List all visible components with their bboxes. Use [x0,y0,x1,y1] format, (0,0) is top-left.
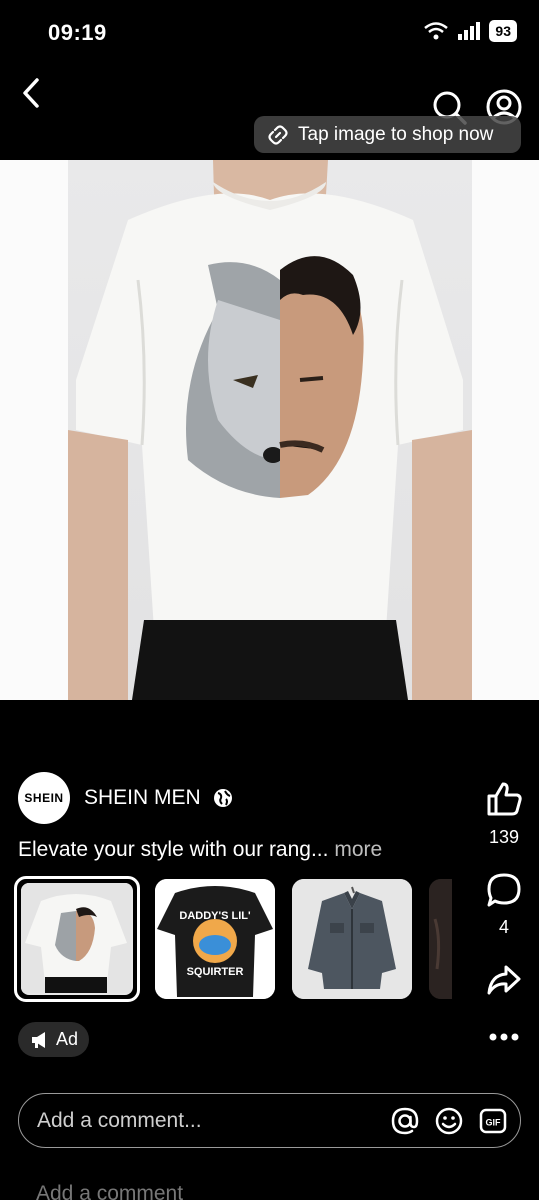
ad-label: Ad [56,1029,79,1049]
emoji-button[interactable] [432,1104,466,1138]
signal-icon [458,22,481,40]
like-button[interactable]: 139 [474,780,534,848]
thumb-text-bottom: SQUIRTER [187,966,244,978]
comment-count: 4 [498,917,509,937]
more-options-button[interactable] [474,1025,534,1054]
thumbnail-denim-jacket[interactable] [292,879,412,999]
mention-button[interactable] [388,1104,422,1138]
thumb-text-top: DADDY'S LIL' [179,910,251,922]
product-photo [68,160,472,700]
ad-badge: Ad [18,1022,89,1057]
status-bar: 09:19 93 [0,0,539,64]
tshirt-photo [68,160,472,700]
back-button[interactable] [14,74,48,112]
brand-avatar[interactable]: SHEIN [18,772,70,824]
tap-to-shop-hint[interactable]: Tap image to shop now [254,116,521,153]
at-sign-icon [391,1107,419,1134]
comment-button[interactable]: 4 [474,872,534,938]
svg-text:GIF: GIF [486,1117,502,1127]
brand-name[interactable]: SHEIN MEN [84,786,201,810]
like-count: 139 [488,827,520,847]
share-arrow-icon [487,965,521,995]
partial-product-thumb [429,879,452,999]
wifi-icon [424,22,449,40]
gif-button[interactable]: GIF [476,1104,510,1138]
status-time: 09:19 [48,20,107,45]
comment-bubble-icon [487,873,521,907]
product-image[interactable] [0,160,539,700]
tap-hint-label: Tap image to shop now [298,123,494,145]
caption-text: Elevate your style with our rang... [18,838,329,861]
denim-jacket-thumb [292,879,412,999]
squirter-tshirt-thumb: DADDY'S LIL' SQUIRTER [155,879,275,999]
wolf-tshirt-thumb [21,883,131,993]
battery-indicator: 93 [489,20,517,42]
ghost-comment-row: Add a comment [0,1164,539,1200]
thumbs-up-icon [487,782,522,816]
chevron-left-icon [23,78,39,108]
more-link[interactable]: more [334,838,382,861]
thumbnail-partial-product[interactable] [429,879,452,999]
thumbnail-squirter-tshirt[interactable]: DADDY'S LIL' SQUIRTER [155,879,275,999]
share-button[interactable] [474,963,534,1002]
smiley-icon [435,1107,463,1134]
thumbnail-wolf-tshirt[interactable] [14,876,140,1002]
status-icons: 93 [423,20,517,42]
megaphone-icon [32,1031,45,1048]
comment-bar: GIF [18,1093,521,1148]
comment-input[interactable] [37,1108,388,1133]
link-icon [268,124,288,145]
globe-icon [213,789,232,807]
gif-icon: GIF [479,1108,507,1133]
more-dots-icon [489,1033,519,1041]
post-caption: Elevate your style with our rang... more [18,838,382,862]
ghost-comment-text: Add a comment [36,1182,184,1200]
brand-row[interactable]: SHEIN SHEIN MEN [18,772,233,824]
product-thumbnails: DADDY'S LIL' SQUIRTER [14,876,452,1002]
